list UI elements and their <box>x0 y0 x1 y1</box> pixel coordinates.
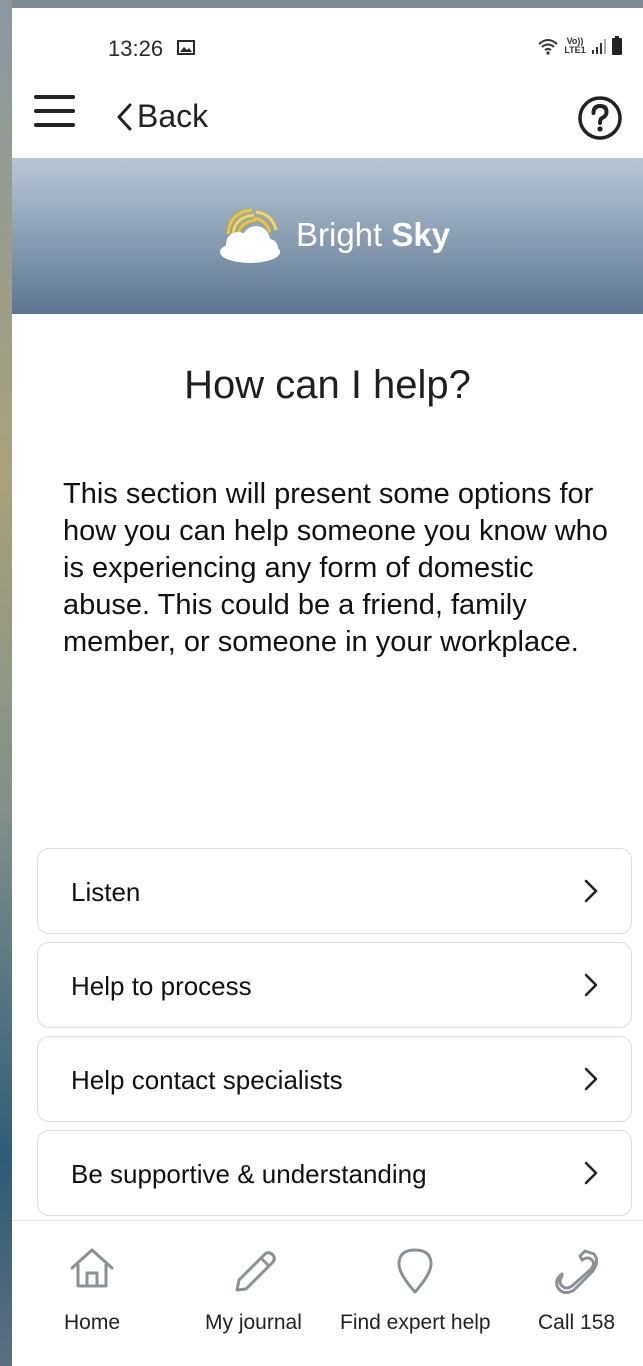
back-button[interactable]: Back <box>115 98 208 135</box>
nav-label: Home <box>64 1311 121 1334</box>
battery-icon <box>612 36 622 55</box>
option-help-to-process[interactable]: Help to process <box>37 942 632 1028</box>
page-title: How can I help? <box>184 363 471 407</box>
brand-name: Bright Sky <box>296 216 450 254</box>
app-header: Back <box>12 78 643 159</box>
sun-cloud-icon <box>220 208 280 263</box>
volte-lte-icon: Vo)) LTE1 <box>564 36 586 55</box>
app-screen: 13:26 Vo)) LTE1 Back Bright Sky How can … <box>12 8 643 1366</box>
nav-call-158[interactable]: Call 158 <box>532 1221 632 1366</box>
help-options-list: Listen Help to process Help contact spec… <box>37 848 632 1224</box>
status-bar: 13:26 Vo)) LTE1 <box>12 8 643 78</box>
status-time: 13:26 <box>108 36 164 61</box>
bottom-nav: Home My journal Find expert help Call 15… <box>12 1220 643 1366</box>
brand-name-light: Bright <box>296 216 383 253</box>
status-icons: Vo)) LTE1 <box>537 36 623 56</box>
nav-find-expert-help[interactable]: Find expert help <box>337 1221 497 1366</box>
image-icon <box>177 40 195 55</box>
option-label: Be supportive & understanding <box>71 1159 427 1189</box>
option-be-supportive[interactable]: Be supportive & understanding <box>37 1130 632 1216</box>
intro-paragraph: This section will present some options f… <box>63 478 608 658</box>
option-label: Help to process <box>71 971 252 1001</box>
nav-home[interactable]: Home <box>42 1221 142 1366</box>
wallpaper-strip <box>0 0 12 1366</box>
signal-icon <box>592 39 606 54</box>
wifi-icon <box>538 39 558 55</box>
phone-icon <box>555 1249 599 1294</box>
chevron-right-icon <box>584 879 598 903</box>
chevron-right-icon <box>584 1067 598 1091</box>
option-listen[interactable]: Listen <box>37 848 632 934</box>
brand-banner: Bright Sky <box>12 158 643 314</box>
nav-my-journal[interactable]: My journal <box>197 1221 317 1366</box>
brand-name-bold: Sky <box>391 216 451 253</box>
location-pin-icon <box>397 1248 433 1294</box>
nav-label: My journal <box>205 1311 302 1334</box>
option-label: Help contact specialists <box>71 1065 343 1095</box>
help-icon[interactable] <box>577 95 623 141</box>
hamburger-menu-icon[interactable] <box>34 95 75 127</box>
chevron-right-icon <box>584 973 598 997</box>
nav-label: Find expert help <box>340 1311 491 1334</box>
option-help-contact-specialists[interactable]: Help contact specialists <box>37 1036 632 1122</box>
pencil-icon <box>235 1251 276 1292</box>
bright-sky-logo: Bright Sky <box>216 204 450 266</box>
nav-label: Call 158 <box>538 1311 616 1334</box>
back-label: Back <box>137 98 209 134</box>
chevron-right-icon <box>584 1161 598 1185</box>
chevron-left-icon <box>117 103 132 130</box>
home-icon <box>70 1248 114 1288</box>
option-label: Listen <box>71 877 141 907</box>
